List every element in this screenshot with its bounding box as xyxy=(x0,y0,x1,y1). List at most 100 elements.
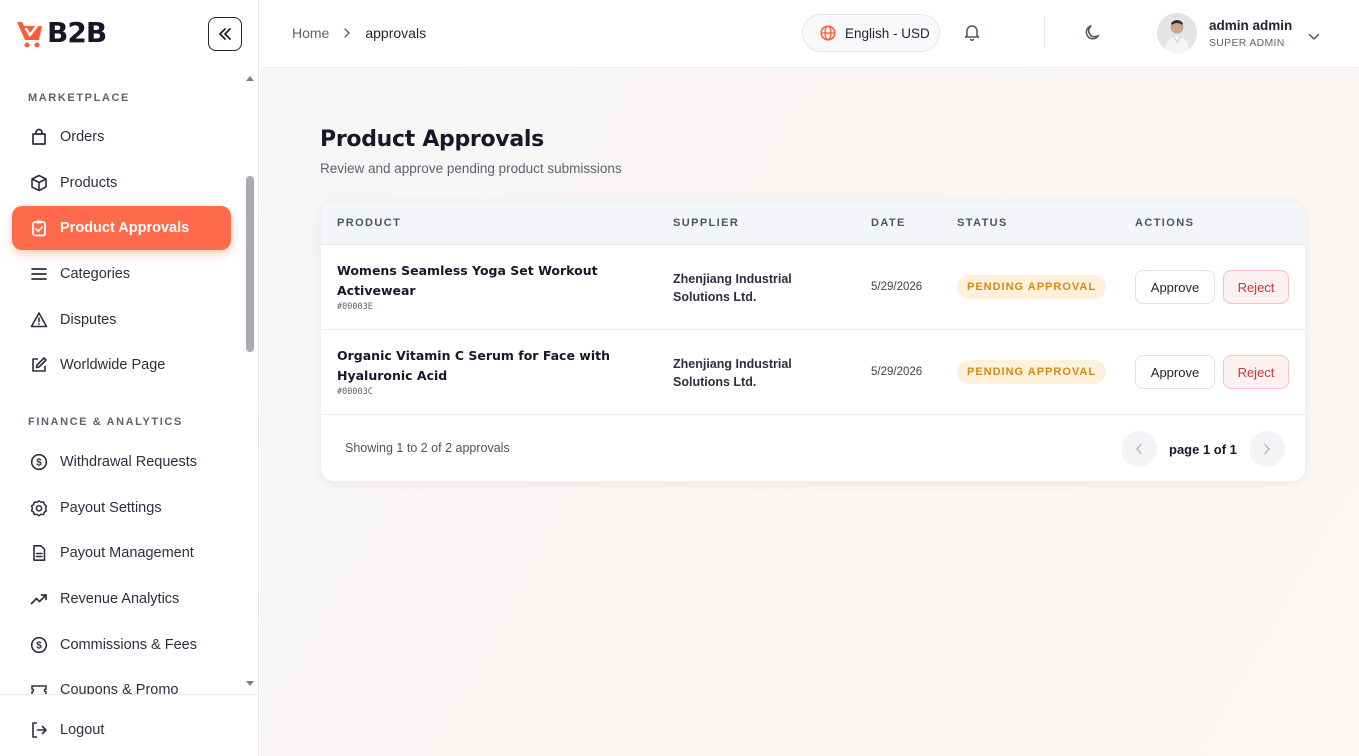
user-photo-icon xyxy=(1157,13,1197,53)
page-title: Product Approvals xyxy=(320,127,544,152)
top-header: Home approvals English - USD admin admin… xyxy=(260,0,1359,68)
table-header: PRODUCT SUPPLIER DATE STATUS ACTIONS xyxy=(321,202,1305,245)
table-row: Organic Vitamin C Serum for Face with Hy… xyxy=(321,330,1305,415)
pagination: page 1 of 1 xyxy=(1121,431,1285,467)
notifications-button[interactable] xyxy=(962,22,982,47)
reject-button[interactable]: Reject xyxy=(1223,270,1289,304)
divider xyxy=(0,694,259,695)
chevron-right-icon xyxy=(1264,443,1270,455)
collapse-sidebar-button[interactable] xyxy=(208,17,242,51)
sidebar-item-label: Coupons & Promo xyxy=(60,682,179,694)
status-badge: PENDING APPROVAL xyxy=(957,360,1107,384)
sidebar-item-payout-management[interactable]: Payout Management xyxy=(12,531,231,575)
sidebar-item-categories[interactable]: Categories xyxy=(12,252,231,296)
logo-text: B2B xyxy=(47,15,107,49)
document-icon xyxy=(33,545,46,561)
column-header-product: PRODUCT xyxy=(337,217,402,229)
product-name-line: Womens Seamless Yoga Set Workout xyxy=(337,263,598,278)
sidebar: B2B MARKETPLACE Orders Products Product … xyxy=(0,0,259,756)
chevrons-left-icon xyxy=(219,28,231,40)
edit-icon xyxy=(32,357,47,372)
main-content: Product Approvals Review and approve pen… xyxy=(260,69,1359,756)
sidebar-item-label: Orders xyxy=(60,129,105,145)
breadcrumb-current: approvals xyxy=(365,25,427,41)
language-currency-button[interactable]: English - USD xyxy=(802,14,940,52)
table-row: Womens Seamless Yoga Set Workout Activew… xyxy=(321,245,1305,330)
status-badge: PENDING APPROVAL xyxy=(957,275,1107,299)
reject-button[interactable]: Reject xyxy=(1223,355,1289,389)
sidebar-item-product-approvals[interactable]: Product Approvals xyxy=(12,206,231,250)
sidebar-item-revenue-analytics[interactable]: Revenue Analytics xyxy=(12,577,231,621)
user-menu[interactable]: admin admin SUPER ADMIN xyxy=(1157,13,1292,53)
product-id: #00003C xyxy=(337,387,373,397)
product-id: #00003E xyxy=(337,302,373,312)
clipboard-check-icon xyxy=(32,220,46,237)
theme-toggle-button[interactable] xyxy=(1083,23,1103,48)
sidebar-item-disputes[interactable]: Disputes xyxy=(12,298,231,342)
sidebar-item-label: Categories xyxy=(60,266,131,282)
table-summary: Showing 1 to 2 of 2 approvals xyxy=(345,441,510,455)
sidebar-item-withdrawal-requests[interactable]: $ Withdrawal Requests xyxy=(12,440,231,484)
dollar-circle-icon: $ xyxy=(30,636,48,654)
moon-icon xyxy=(1085,25,1100,40)
product-name: Organic Vitamin C Serum for Face with Hy… xyxy=(337,346,627,386)
sidebar-item-worldwide-page[interactable]: Worldwide Page xyxy=(12,343,231,387)
dollar-circle-icon: $ xyxy=(30,453,48,471)
box-icon xyxy=(31,174,47,192)
user-menu-dropdown[interactable] xyxy=(1308,28,1320,46)
logo[interactable]: B2B xyxy=(15,14,107,50)
sidebar-item-label: Withdrawal Requests xyxy=(60,454,197,470)
supplier-name-line: Zhenjiang Industrial xyxy=(673,357,792,371)
logout-button[interactable]: Logout xyxy=(12,708,231,752)
sidebar-item-orders[interactable]: Orders xyxy=(12,115,231,159)
list-icon xyxy=(31,268,47,280)
column-header-actions: ACTIONS xyxy=(1135,217,1195,229)
svg-text:$: $ xyxy=(36,458,42,469)
sidebar-item-label: Disputes xyxy=(60,312,117,328)
sidebar-item-products[interactable]: Products xyxy=(12,161,231,205)
breadcrumb-home-link[interactable]: Home xyxy=(292,25,329,41)
avatar xyxy=(1157,13,1197,53)
supplier-name-line: Zhenjiang Industrial xyxy=(673,272,792,286)
sidebar-nav: MARKETPLACE Orders Products Product Appr… xyxy=(0,76,259,694)
shopping-bag-icon xyxy=(32,128,46,145)
previous-page-button[interactable] xyxy=(1121,431,1157,467)
logout-label: Logout xyxy=(60,722,105,738)
chevron-left-icon xyxy=(1135,443,1142,455)
chevron-right-icon xyxy=(344,28,351,38)
approve-button[interactable]: Approve xyxy=(1135,270,1215,304)
section-title-marketplace: MARKETPLACE xyxy=(28,92,130,104)
ticket-icon xyxy=(31,685,47,694)
sidebar-scrollbar[interactable] xyxy=(245,76,255,694)
supplier-name: Zhenjiang Industrial Solutions Ltd. xyxy=(673,270,823,306)
supplier-name-line: Solutions Ltd. xyxy=(673,290,757,304)
scroll-down-arrow-icon[interactable] xyxy=(246,681,254,686)
cart-logo-icon xyxy=(17,21,42,48)
sidebar-item-label: Payout Management xyxy=(60,545,194,561)
language-label: English - USD xyxy=(845,25,930,41)
supplier-name: Zhenjiang Industrial Solutions Ltd. xyxy=(673,355,823,391)
approvals-table-card: PRODUCT SUPPLIER DATE STATUS ACTIONS Wom… xyxy=(320,201,1306,482)
bell-icon xyxy=(964,25,980,41)
sidebar-item-coupons-promo[interactable]: Coupons & Promo xyxy=(12,668,231,694)
divider xyxy=(1044,16,1045,48)
product-name-line: Organic Vitamin C Serum for Face with xyxy=(337,348,611,363)
svg-text:$: $ xyxy=(36,641,42,652)
next-page-button[interactable] xyxy=(1248,431,1285,467)
sidebar-item-label: Products xyxy=(60,175,118,191)
user-name: admin admin xyxy=(1209,17,1293,33)
approve-button[interactable]: Approve xyxy=(1135,355,1215,389)
sidebar-item-payout-settings[interactable]: Payout Settings xyxy=(12,486,231,530)
globe-icon xyxy=(820,25,836,41)
column-header-supplier: SUPPLIER xyxy=(673,217,740,229)
sidebar-item-label: Payout Settings xyxy=(60,500,162,516)
logout-icon xyxy=(32,722,47,738)
sidebar-item-commissions-fees[interactable]: $ Commissions & Fees xyxy=(12,623,231,667)
breadcrumb: Home approvals xyxy=(292,25,426,41)
scroll-up-arrow-icon[interactable] xyxy=(246,76,254,81)
gear-icon xyxy=(30,500,48,517)
product-name-line: Hyaluronic Acid xyxy=(337,368,448,383)
column-header-status: STATUS xyxy=(957,217,1008,229)
scroll-thumb[interactable] xyxy=(246,176,254,352)
column-header-date: DATE xyxy=(871,217,906,229)
